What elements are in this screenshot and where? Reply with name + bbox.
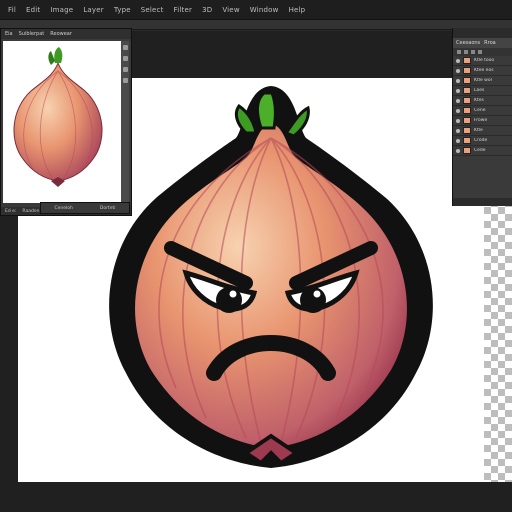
layer-thumbnail: [463, 57, 471, 64]
panel-header: [453, 28, 512, 38]
panel-toolstrip: [121, 41, 129, 203]
layer-row[interactable]: Cene: [453, 106, 512, 116]
menu-item[interactable]: Edit: [26, 6, 40, 14]
footer-button[interactable]: Ceneloh: [54, 206, 72, 211]
layer-thumbnail: [463, 77, 471, 84]
eye-icon[interactable]: [456, 58, 460, 63]
eye-icon[interactable]: [456, 118, 460, 123]
eye-icon[interactable]: [456, 88, 460, 93]
menu-item[interactable]: Help: [289, 6, 306, 14]
layer-thumbnail: [463, 87, 471, 94]
layers-footer: [453, 198, 512, 206]
layer-name: Laes: [474, 88, 485, 93]
layer-name: Frowe: [474, 118, 488, 123]
tab[interactable]: Reowear: [50, 31, 72, 37]
layer-thumbnail: [463, 137, 471, 144]
onion-icon: [13, 47, 103, 187]
photo-editor-window: Fil Edit Image Layer Type Select Filter …: [0, 0, 512, 512]
layer-row[interactable]: Laes: [453, 86, 512, 96]
transparent-background: [484, 200, 512, 482]
menu-item[interactable]: Window: [250, 6, 279, 14]
layer-name: Cene: [474, 108, 486, 113]
angry-onion-icon: [109, 86, 433, 468]
menu-item[interactable]: View: [222, 6, 239, 14]
layer-row[interactable]: Ktle wor: [453, 76, 512, 86]
layers-toolbar: [453, 48, 512, 56]
layer-thumbnail: [463, 147, 471, 154]
navigator-panel: Eia Suiblerpat Reowear Ed e: Raaden: [0, 28, 132, 216]
filter-icon[interactable]: [471, 50, 475, 54]
filter-icon[interactable]: [464, 50, 468, 54]
layers-panel: Ceesaons Rroa Ktle tooo Ktee eos Ktle wo…: [452, 28, 512, 206]
layer-row[interactable]: Cede: [453, 146, 512, 156]
eye-icon[interactable]: [456, 148, 460, 153]
filter-icon[interactable]: [478, 50, 482, 54]
layer-row[interactable]: Ktle: [453, 126, 512, 136]
tab[interactable]: Ceesaons: [456, 40, 480, 46]
menu-item[interactable]: Select: [141, 6, 164, 14]
menu-item[interactable]: Filter: [174, 6, 193, 14]
layer-name: Cede: [474, 148, 486, 153]
menu-item[interactable]: 3D: [202, 6, 212, 14]
layer-name: Ktle wor: [474, 78, 493, 83]
layer-name: Ktee eos: [474, 68, 494, 73]
layer-thumbnail: [463, 67, 471, 74]
layer-name: Ktle tooo: [474, 58, 495, 63]
filter-icon[interactable]: [457, 50, 461, 54]
tab[interactable]: Suiblerpat: [19, 31, 45, 37]
menu-item[interactable]: Type: [114, 6, 131, 14]
navigator-preview[interactable]: [3, 41, 121, 203]
tool-icon[interactable]: [122, 67, 128, 72]
layer-row[interactable]: Ktee eos: [453, 66, 512, 76]
navigator-tabs: Eia Suiblerpat Reowear: [1, 29, 131, 39]
status-text: Ed e:: [5, 208, 17, 214]
menu-item[interactable]: Image: [50, 6, 73, 14]
layer-name: Ktle: [474, 128, 483, 133]
layer-thumbnail: [463, 107, 471, 114]
menu-item[interactable]: Fil: [8, 6, 16, 14]
layer-row[interactable]: Ktes: [453, 96, 512, 106]
eye-icon[interactable]: [456, 78, 460, 83]
layer-row[interactable]: Frowe: [453, 116, 512, 126]
eye-icon[interactable]: [456, 98, 460, 103]
layer-thumbnail: [463, 127, 471, 134]
navigator-footer: Ceneloh Dorteti: [40, 202, 130, 214]
eye-icon[interactable]: [456, 68, 460, 73]
layer-thumbnail: [463, 97, 471, 104]
eye-icon[interactable]: [456, 128, 460, 133]
layer-name: Ktes: [474, 98, 484, 103]
tool-icon[interactable]: [122, 45, 128, 50]
layer-name: Crode: [474, 138, 488, 143]
menu-item[interactable]: Layer: [83, 6, 104, 14]
status-text: Raaden: [22, 208, 40, 214]
layers-tabs: Ceesaons Rroa: [453, 38, 512, 48]
tool-icon[interactable]: [122, 78, 128, 83]
eye-icon[interactable]: [456, 138, 460, 143]
layer-row[interactable]: Ktle tooo: [453, 56, 512, 66]
tool-icon[interactable]: [122, 56, 128, 61]
layer-thumbnail: [463, 117, 471, 124]
menu-bar: Fil Edit Image Layer Type Select Filter …: [0, 0, 512, 20]
footer-button[interactable]: Dorteti: [100, 206, 116, 211]
tab[interactable]: Rroa: [484, 40, 496, 46]
tab[interactable]: Eia: [5, 31, 13, 37]
eye-icon[interactable]: [456, 108, 460, 113]
layer-row[interactable]: Crode: [453, 136, 512, 146]
